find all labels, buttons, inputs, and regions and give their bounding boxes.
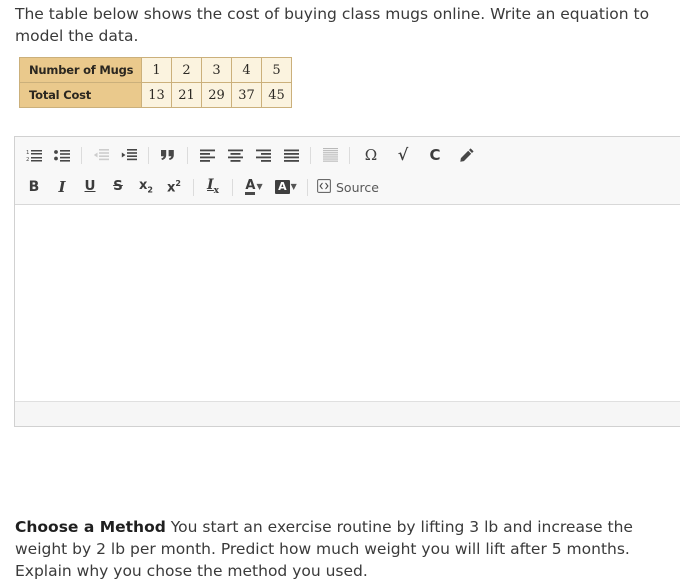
italic-button[interactable]: I — [49, 175, 75, 199]
table-row-header: Total Cost — [19, 82, 142, 108]
special-character-icon[interactable]: Ω — [356, 143, 386, 167]
align-left-icon[interactable] — [194, 143, 220, 167]
superscript-glyph: x2 — [167, 178, 181, 196]
table-cell: 2 — [171, 57, 202, 83]
numbered-list-icon[interactable]: 1 2 — [21, 143, 47, 167]
question-prompt-top-text: The table below shows the cost of buying… — [15, 5, 650, 45]
bold-button[interactable]: B — [21, 175, 47, 199]
increase-indent-icon[interactable] — [116, 143, 142, 167]
source-button[interactable]: Source — [314, 175, 385, 199]
background-color-glyph: A — [275, 180, 290, 194]
source-code-icon — [317, 178, 331, 196]
chevron-down-icon: ▼ — [290, 182, 297, 191]
editor-content-area[interactable] — [15, 205, 680, 402]
strikethrough-button[interactable]: S — [105, 175, 131, 199]
decrease-indent-icon — [88, 143, 114, 167]
italic-glyph: I — [58, 177, 66, 196]
subscript-button[interactable]: x2 — [133, 175, 159, 199]
mug-cost-table: Number of Mugs 1 2 3 4 5 Total Cost 13 2… — [19, 57, 292, 108]
toolbar-separator — [232, 178, 233, 196]
radical-glyph: √ — [397, 145, 409, 164]
pencil-draw-icon[interactable] — [452, 143, 482, 167]
table-cell: 3 — [201, 57, 232, 83]
question-prompt-top: The table below shows the cost of buying… — [0, 0, 680, 47]
align-right-icon[interactable] — [250, 143, 276, 167]
choose-a-method-label: Choose a Method — [15, 518, 166, 536]
chevron-down-icon: ▼ — [256, 182, 263, 191]
data-table-wrapper: Number of Mugs 1 2 3 4 5 Total Cost 13 2… — [0, 47, 680, 108]
toolbar-separator — [81, 146, 82, 164]
background-color-button[interactable]: A ▼ — [271, 175, 301, 199]
strikethrough-glyph: S — [113, 178, 123, 195]
remove-format-glyph: Ix — [207, 177, 219, 196]
table-cell: 4 — [231, 57, 262, 83]
underline-button[interactable]: U — [77, 175, 103, 199]
editor-toolbar-row-2: B I U S x2 x2 Ix A ▼ A ▼ Source — [15, 171, 680, 203]
source-button-label: Source — [336, 179, 379, 195]
svg-text:2: 2 — [26, 157, 29, 162]
table-cell: 21 — [171, 82, 202, 108]
svg-text:1: 1 — [26, 150, 29, 156]
editor-toolbar-row-1: 1 2 Ω √ C — [15, 139, 680, 171]
remove-format-button[interactable]: Ix — [200, 175, 226, 199]
table-cell: 13 — [141, 82, 172, 108]
omega-glyph: Ω — [364, 145, 378, 164]
table-cell: 45 — [261, 82, 292, 108]
text-color-glyph: A — [245, 178, 256, 195]
table-row: Number of Mugs 1 2 3 4 5 — [19, 57, 292, 83]
chemistry-glyph: C — [429, 145, 441, 164]
square-root-icon[interactable]: √ — [388, 143, 418, 167]
align-center-icon[interactable] — [222, 143, 248, 167]
underline-glyph: U — [84, 178, 96, 195]
table-row-header: Number of Mugs — [19, 57, 142, 83]
table-cell: 29 — [201, 82, 232, 108]
table-cell: 1 — [141, 57, 172, 83]
toolbar-separator — [193, 178, 194, 196]
text-color-button[interactable]: A ▼ — [239, 175, 269, 199]
subscript-glyph: x2 — [139, 178, 153, 195]
horizontal-rule-icon[interactable] — [317, 143, 343, 167]
toolbar-separator — [310, 146, 311, 164]
toolbar-separator — [307, 178, 308, 196]
editor-footer-bar — [15, 402, 680, 426]
table-cell: 5 — [261, 57, 292, 83]
toolbar-separator — [187, 146, 188, 164]
table-cell: 37 — [231, 82, 262, 108]
toolbar-separator — [148, 146, 149, 164]
justify-icon[interactable] — [278, 143, 304, 167]
chemistry-icon[interactable]: C — [420, 143, 450, 167]
editor-toolbar: 1 2 Ω √ C B I U S x2 x2 Ix A ▼ A ▼ Sourc… — [15, 137, 680, 205]
table-row: Total Cost 13 21 29 37 45 — [19, 82, 292, 108]
question-prompt-bottom: Choose a Method You start an exercise ro… — [15, 516, 667, 582]
toolbar-separator — [349, 146, 350, 164]
rich-text-editor[interactable]: 1 2 Ω √ C B I U S x2 x2 Ix A ▼ A ▼ Sourc… — [14, 136, 680, 427]
bold-glyph: B — [28, 179, 40, 195]
blockquote-icon[interactable] — [155, 143, 181, 167]
superscript-button[interactable]: x2 — [161, 175, 187, 199]
bulleted-list-icon[interactable] — [49, 143, 75, 167]
